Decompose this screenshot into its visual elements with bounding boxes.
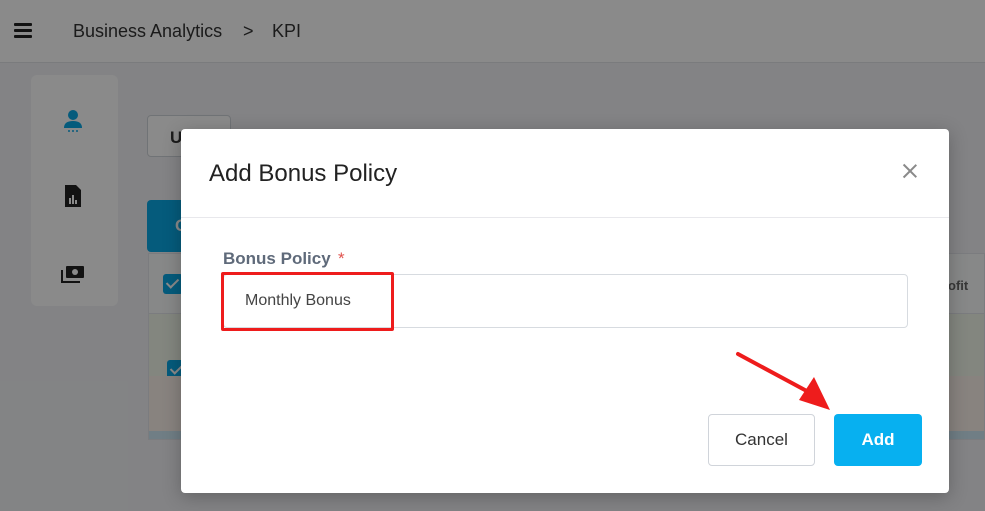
bonus-policy-label: Bonus Policy: [223, 249, 331, 268]
add-bonus-policy-dialog: Add Bonus Policy Bonus Policy * Cancel A…: [181, 129, 949, 493]
bonus-policy-input[interactable]: [223, 274, 908, 328]
dialog-title: Add Bonus Policy: [209, 160, 398, 187]
add-button[interactable]: Add: [834, 414, 922, 466]
close-icon[interactable]: [901, 162, 919, 180]
dialog-header: Add Bonus Policy: [181, 129, 949, 218]
cancel-button[interactable]: Cancel: [708, 414, 815, 466]
required-asterisk: *: [338, 249, 345, 268]
